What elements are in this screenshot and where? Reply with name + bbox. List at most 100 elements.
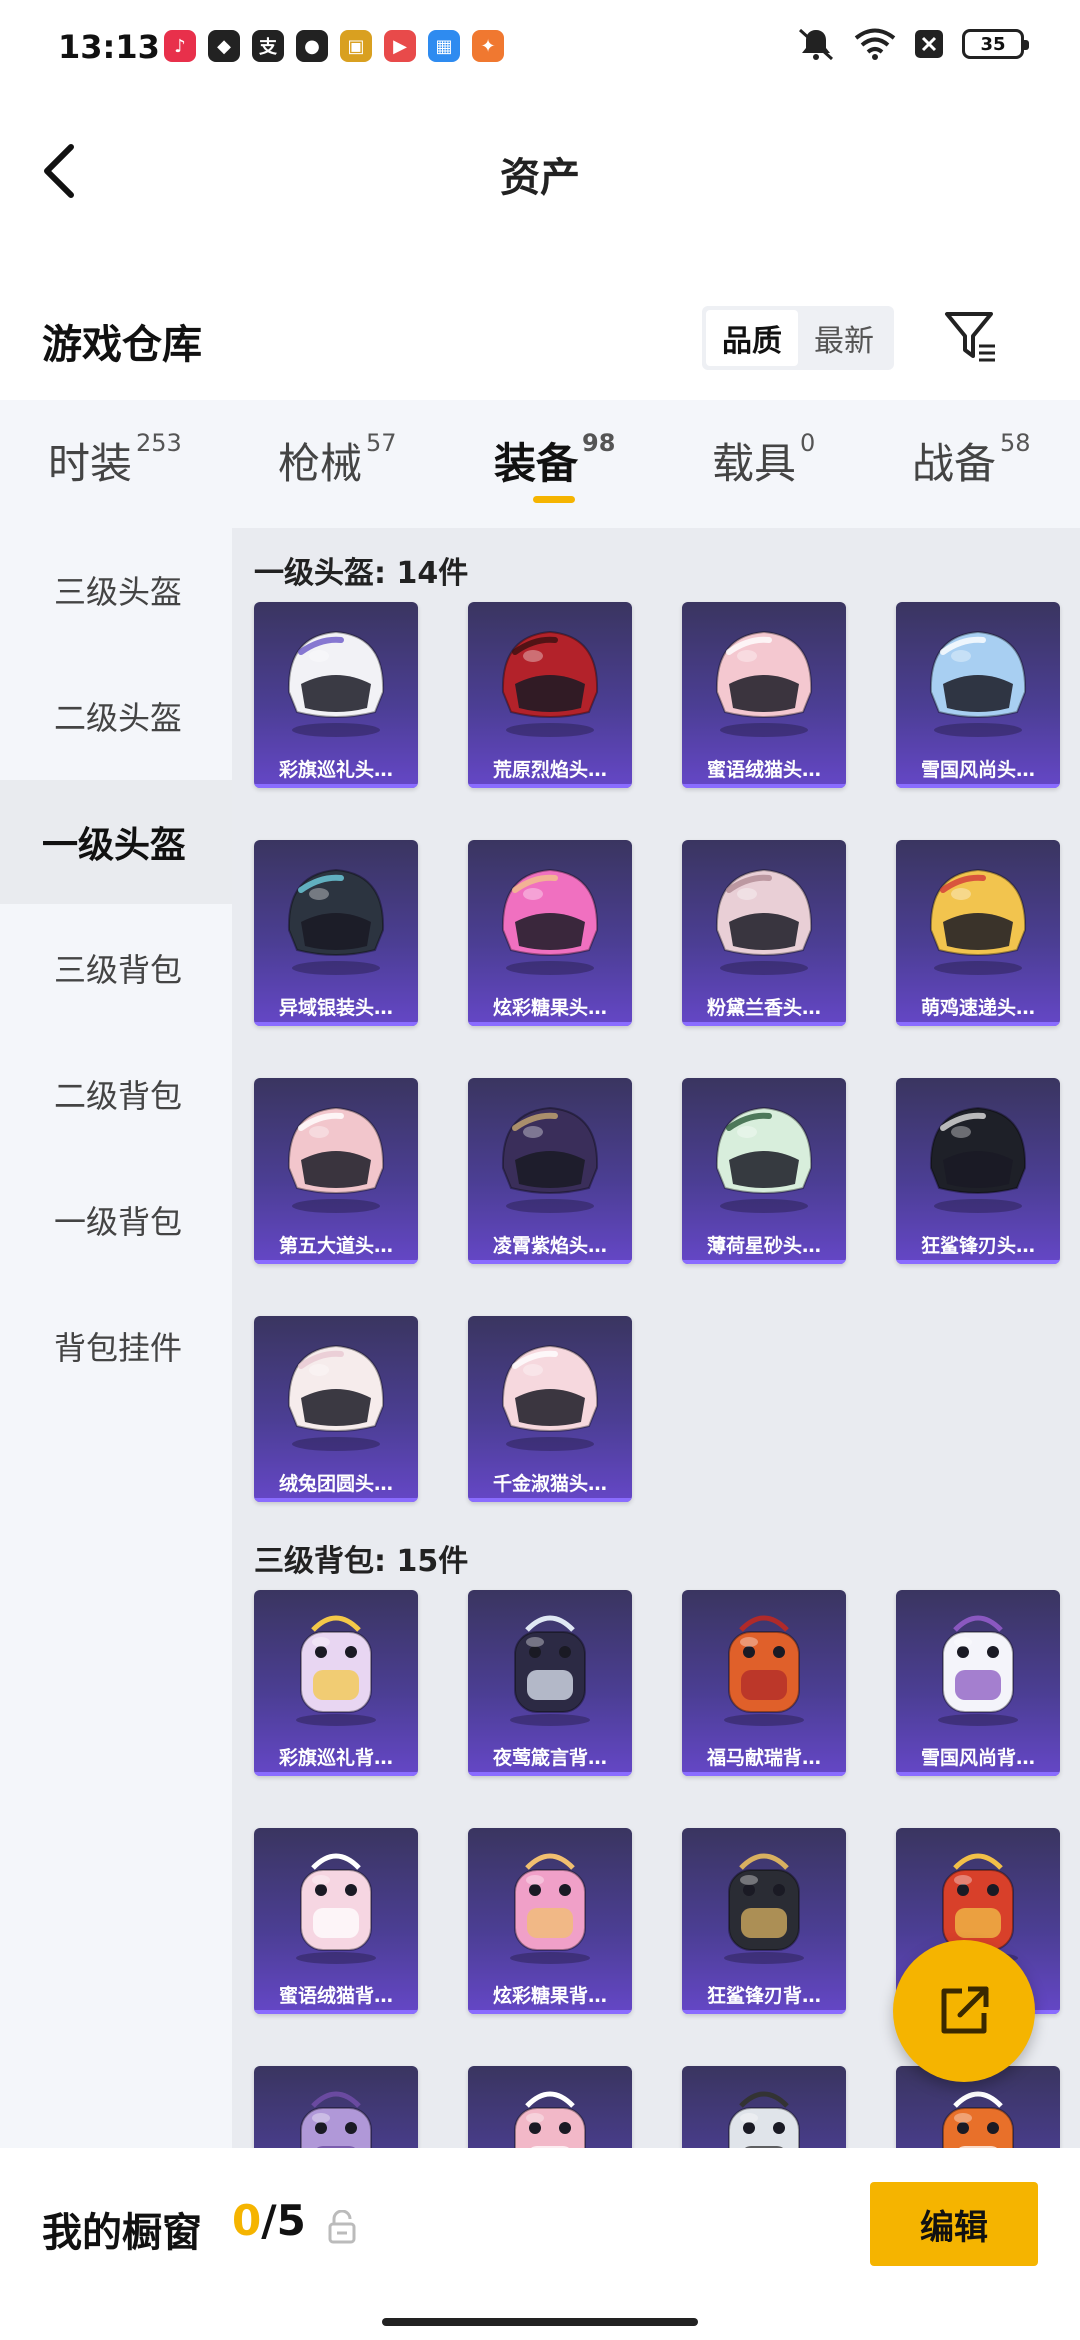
helmet-item-card[interactable]: 彩旗巡礼头… xyxy=(254,602,418,788)
tab-active-indicator xyxy=(533,496,575,503)
helmet-icon xyxy=(254,1316,418,1466)
item-name: 粉黛兰香头… xyxy=(706,997,821,1019)
tab-vehicles[interactable]: 载具 0 xyxy=(712,429,815,491)
backpack-item-card[interactable]: 狂鲨锋刃背… xyxy=(682,1828,846,2014)
status-indicators: 35 xyxy=(796,26,1029,62)
helmet-item-card[interactable]: 雪国风尚头… xyxy=(896,602,1060,788)
sort-toggle: 品质 最新 xyxy=(702,306,894,370)
item-name: 异域银装头… xyxy=(278,997,393,1019)
item-grid: 一级头盔: 14件彩旗巡礼头… 荒原烈焰头… 蜜语绒猫头… 雪国风尚头… 异域银装头… 炫… xyxy=(232,528,1080,2148)
helmet-item-card[interactable]: 荒原烈焰头… xyxy=(468,602,632,788)
wifi-icon xyxy=(854,28,896,60)
sidebar-item-4[interactable]: 三级背包 xyxy=(0,906,232,1030)
backpack-icon xyxy=(682,1590,846,1740)
mute-icon xyxy=(798,28,834,61)
helmet-icon xyxy=(468,602,632,752)
edit-button[interactable]: 编辑 xyxy=(870,2182,1038,2266)
showcase-bar: 我的橱窗 0/5 编辑 xyxy=(0,2148,1080,2340)
helmet-item-card[interactable]: 薄荷星砂头… xyxy=(682,1078,846,1264)
backpack-icon xyxy=(254,1590,418,1740)
item-name: 萌鸡速递头… xyxy=(920,997,1035,1019)
sim-off-icon xyxy=(915,30,943,58)
helmet-item-card[interactable]: 凌霄紫焰头… xyxy=(468,1078,632,1264)
backpack-item-card[interactable]: 蜜语绒猫背… xyxy=(254,1828,418,2014)
item-name: 福马献瑞背… xyxy=(706,1747,821,1769)
helmet-icon xyxy=(682,840,846,990)
helmet-icon xyxy=(896,1078,1060,1228)
backpack-icon xyxy=(682,1828,846,1978)
tab-equipment[interactable]: 装备 98 xyxy=(494,429,615,491)
sidebar: 三级头盔 二级头盔 一级头盔 三级背包 二级背包 一级背包 背包挂件 xyxy=(0,528,232,2148)
sidebar-item-5[interactable]: 二级背包 xyxy=(0,1032,232,1156)
helmet-item-card[interactable]: 第五大道头… xyxy=(254,1078,418,1264)
backpack-icon xyxy=(254,1828,418,1978)
backpack-icon xyxy=(682,2066,846,2148)
item-name: 炫彩糖果头… xyxy=(492,997,607,1019)
music-app-icon: ♪ xyxy=(164,30,196,62)
share-icon xyxy=(941,1986,989,2034)
item-name: 雪国风尚头… xyxy=(920,759,1035,781)
helmet-item-card[interactable]: 蜜语绒猫头… xyxy=(682,602,846,788)
tab-guns[interactable]: 枪械 57 xyxy=(278,429,397,491)
sidebar-item-1[interactable]: 三级头盔 xyxy=(0,528,232,652)
item-name: 夜莺箴言背… xyxy=(492,1747,607,1769)
wechat-app-icon: ● xyxy=(296,30,328,62)
item-name: 凌霄紫焰头… xyxy=(492,1235,607,1257)
helmet-icon xyxy=(254,840,418,990)
helmet-item-card[interactable]: 绒兔团圆头… xyxy=(254,1316,418,1502)
item-name: 蜜语绒猫背… xyxy=(278,1985,393,2007)
sort-option-newest[interactable]: 最新 xyxy=(798,310,890,366)
sidebar-item-6[interactable]: 一级背包 xyxy=(0,1158,232,1282)
backpack-item-card[interactable] xyxy=(254,2066,418,2148)
backpack-icon xyxy=(468,1828,632,1978)
backpack-item-card[interactable] xyxy=(468,2066,632,2148)
shop-app-icon: ✦ xyxy=(472,30,504,62)
helmet-item-card[interactable]: 异域银装头… xyxy=(254,840,418,1026)
backpack-icon xyxy=(468,2066,632,2148)
item-name: 狂鲨锋刃头… xyxy=(920,1235,1035,1257)
helmet-item-card[interactable]: 粉黛兰香头… xyxy=(682,840,846,1026)
section-title: 一级头盔: 14件 xyxy=(254,556,469,591)
backpack-item-card[interactable]: 彩旗巡礼背… xyxy=(254,1590,418,1776)
item-name: 狂鲨锋刃背… xyxy=(706,1985,821,2007)
helmet-icon xyxy=(254,1078,418,1228)
sort-option-quality[interactable]: 品质 xyxy=(706,310,798,366)
item-name: 炫彩糖果背… xyxy=(492,1985,607,2007)
home-indicator[interactable] xyxy=(382,2318,698,2326)
warehouse-title: 游戏仓库 xyxy=(42,322,202,368)
filter-button[interactable] xyxy=(940,304,1000,370)
helmet-item-card[interactable]: 萌鸡速递头… xyxy=(896,840,1060,1026)
item-name: 千金淑猫头… xyxy=(492,1473,607,1495)
backpack-icon xyxy=(468,1590,632,1740)
backpack-icon xyxy=(254,2066,418,2148)
tab-supplies[interactable]: 战备 58 xyxy=(912,429,1031,491)
sidebar-item-3[interactable]: 一级头盔 xyxy=(0,780,232,904)
helmet-icon xyxy=(682,1078,846,1228)
filter-icon xyxy=(945,312,995,362)
section-title: 三级背包: 15件 xyxy=(254,1544,469,1579)
tab-fashion[interactable]: 时装 253 xyxy=(48,429,182,491)
backpack-item-card[interactable]: 炫彩糖果背… xyxy=(468,1828,632,2014)
helmet-item-card[interactable]: 炫彩糖果头… xyxy=(468,840,632,1026)
backpack-icon xyxy=(896,1590,1060,1740)
helmet-icon xyxy=(896,840,1060,990)
sidebar-item-2[interactable]: 二级头盔 xyxy=(0,654,232,778)
sidebar-item-7[interactable]: 背包挂件 xyxy=(0,1284,232,1408)
backpack-item-card[interactable]: 夜莺箴言背… xyxy=(468,1590,632,1776)
backpack-item-card[interactable]: 雪国风尚背… xyxy=(896,1590,1060,1776)
status-bar: 13:13 ♪ ◆ 支 ● ▣ ▶ ▦ ✦ 35 xyxy=(0,0,1080,90)
backpack-item-card[interactable] xyxy=(682,2066,846,2148)
item-name: 蜜语绒猫头… xyxy=(706,759,821,781)
helmet-item-card[interactable]: 千金淑猫头… xyxy=(468,1316,632,1502)
helmet-icon xyxy=(254,602,418,752)
item-name: 彩旗巡礼背… xyxy=(278,1747,393,1769)
item-name: 薄荷星砂头… xyxy=(706,1235,821,1257)
backpack-item-card[interactable]: 福马献瑞背… xyxy=(682,1590,846,1776)
video-app-icon: ▶ xyxy=(384,30,416,62)
helmet-item-card[interactable]: 狂鲨锋刃头… xyxy=(896,1078,1060,1264)
showcase-title: 我的橱窗 xyxy=(42,2210,202,2256)
share-fab-button[interactable] xyxy=(893,1940,1035,2082)
helmet-icon xyxy=(468,1316,632,1466)
lock-icon xyxy=(328,2210,356,2244)
page-title: 资产 xyxy=(500,155,580,201)
